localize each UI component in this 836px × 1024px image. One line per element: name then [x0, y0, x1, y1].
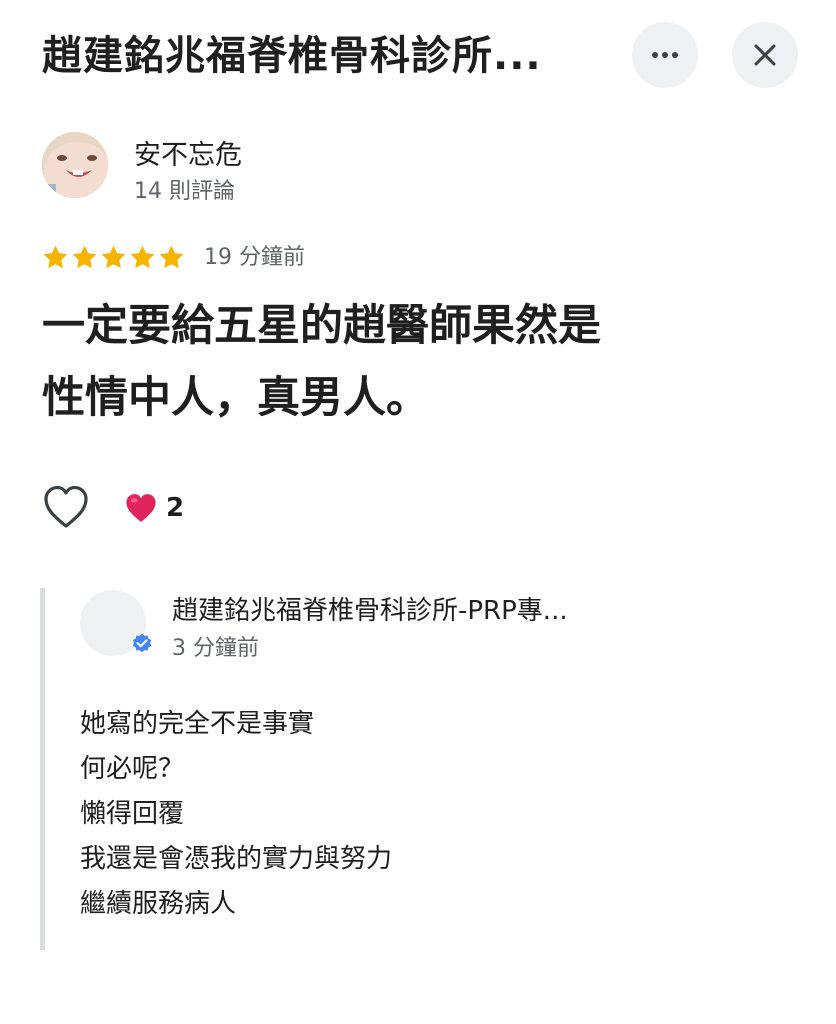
- page-title: 趙建銘兆福脊椎骨科診所...: [42, 33, 542, 79]
- star-icon: [130, 245, 155, 269]
- more-options-button[interactable]: [632, 22, 698, 88]
- reply-line: 她寫的完全不是事實: [80, 709, 315, 739]
- verified-badge-icon: [131, 632, 153, 654]
- reaction-count: 2: [166, 493, 185, 523]
- reply-line: 懶得回覆: [80, 799, 185, 829]
- baby-face-avatar-icon: [42, 132, 108, 198]
- reply-line: 我還是會憑我的實力與努力: [80, 844, 393, 874]
- reply-line: 何必呢？: [80, 754, 185, 784]
- reply-line: 繼續服務病人: [80, 889, 237, 919]
- star-icon: [101, 245, 126, 269]
- close-button[interactable]: [732, 22, 798, 88]
- review-detail-sheet: 趙建銘兆福脊椎骨科診所... 安不忘危 14 則評論 19 分鐘前 一定要給五星…: [0, 0, 836, 1024]
- like-button[interactable]: [42, 484, 90, 530]
- reply-divider: [40, 588, 45, 950]
- reviewer-avatar[interactable]: [42, 132, 108, 198]
- heart-outline-icon: [44, 485, 88, 528]
- star-icon: [159, 245, 184, 269]
- review-body: 一定要給五星的趙醫師果然是 性情中人，真男人。: [42, 301, 601, 423]
- owner-reply-body: 她寫的完全不是事實 何必呢？ 懶得回覆 我還是會憑我的實力與努力 繼續服務病人: [80, 702, 760, 927]
- star-icon: [43, 245, 68, 269]
- more-horizontal-icon: [652, 52, 678, 58]
- reviewer-name[interactable]: 安不忘危: [134, 138, 242, 174]
- review-time: 19 分鐘前: [204, 245, 305, 270]
- close-icon: [754, 44, 776, 66]
- owner-reply-time: 3 分鐘前: [172, 636, 259, 661]
- reviewer-review-count: 14 則評論: [134, 179, 235, 204]
- red-heart-icon: [126, 494, 156, 522]
- star-icon: [72, 245, 97, 269]
- header: 趙建銘兆福脊椎骨科診所...: [0, 0, 836, 110]
- reaction-summary[interactable]: 2: [124, 486, 184, 530]
- owner-name[interactable]: 趙建銘兆福脊椎骨科診所-PRP專...: [172, 593, 732, 629]
- star-rating: [42, 244, 185, 272]
